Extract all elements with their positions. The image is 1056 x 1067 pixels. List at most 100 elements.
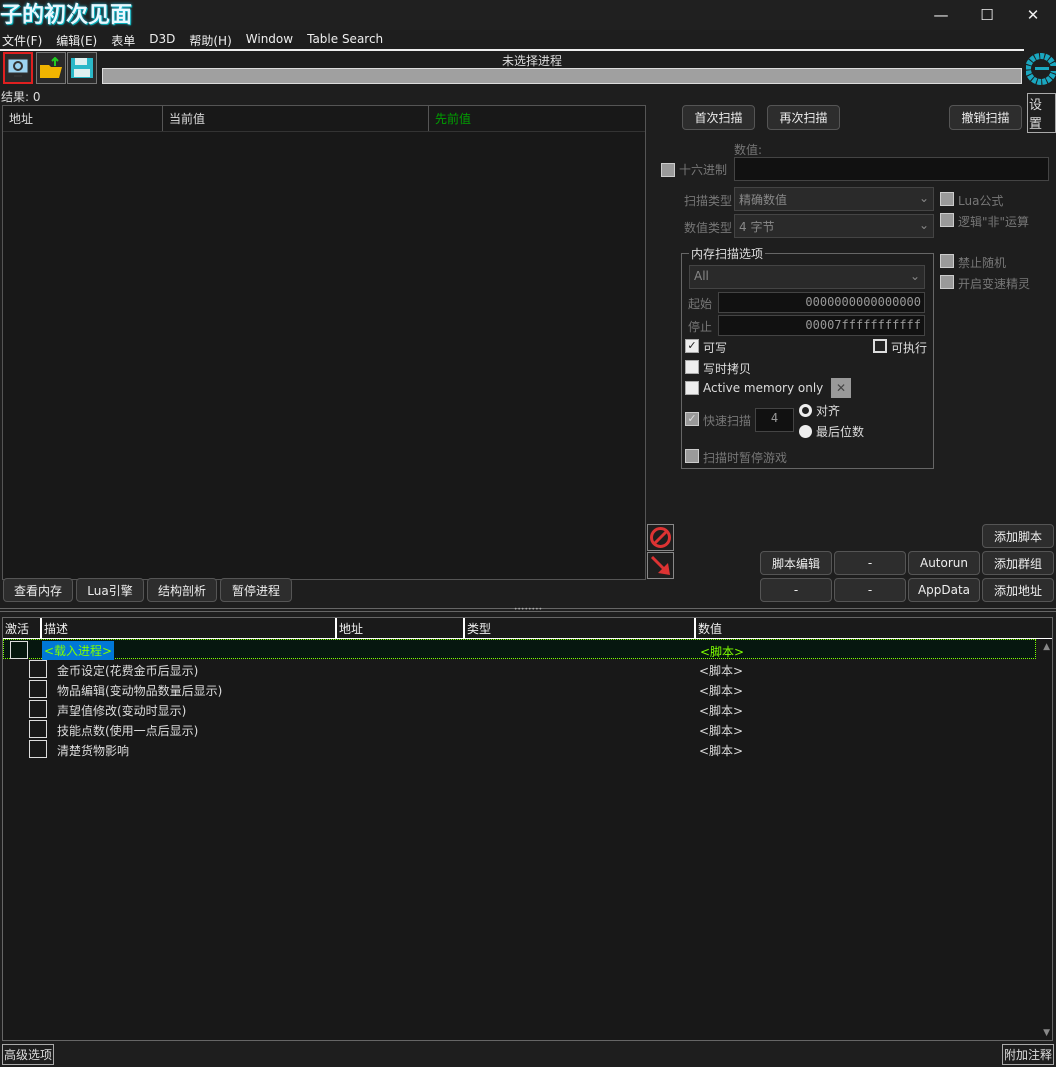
- copy-on-write-checkbox[interactable]: 写时拷贝: [685, 360, 751, 377]
- next-scan-button[interactable]: 再次扫描: [767, 105, 840, 130]
- stop-button[interactable]: [647, 524, 674, 551]
- cheat-table[interactable]: 激活 描述 地址 类型 数值 <载入进程> <脚本> 金币设定(花费金币后显示)…: [2, 617, 1053, 1041]
- writable-checkbox[interactable]: ✓ 可写: [685, 339, 727, 356]
- not-operation-checkbox[interactable]: 逻辑"非"运算: [940, 213, 1029, 230]
- dash-button-2[interactable]: -: [760, 578, 832, 602]
- script-edit-button[interactable]: 脚本编辑: [760, 551, 832, 575]
- col-current-value[interactable]: 当前值: [163, 106, 429, 131]
- row-value: <脚本>: [699, 664, 744, 678]
- col-address[interactable]: 地址: [3, 106, 163, 131]
- col-value[interactable]: 数值: [696, 618, 1052, 638]
- table-row[interactable]: 清楚货物影响 <脚本>: [3, 739, 1052, 759]
- menu-help[interactable]: 帮助(H): [189, 32, 231, 48]
- monitor-search-icon: [7, 58, 29, 77]
- value-input[interactable]: [734, 157, 1049, 181]
- menu-edit[interactable]: 编辑(E): [56, 32, 97, 48]
- value-type-select[interactable]: 4 字节 ⌄: [734, 214, 934, 238]
- scan-type-label: 扫描类型: [684, 194, 733, 208]
- settings-button[interactable]: 设置: [1027, 93, 1056, 133]
- add-group-button[interactable]: 添加群组: [982, 551, 1054, 575]
- col-type[interactable]: 类型: [465, 618, 696, 638]
- menu-d3d[interactable]: D3D: [149, 32, 175, 48]
- table-row[interactable]: 金币设定(花费金币后显示) <脚本>: [3, 659, 1052, 679]
- pause-process-button[interactable]: 暂停进程: [220, 578, 292, 602]
- clear-icon[interactable]: ✕: [831, 378, 851, 398]
- lua-formula-checkbox[interactable]: Lua公式: [940, 192, 1003, 209]
- hex-label: 十六进制: [679, 163, 728, 177]
- fast-scan-value[interactable]: 4: [755, 408, 794, 432]
- memory-region-select[interactable]: All ⌄: [689, 265, 925, 289]
- menu-table[interactable]: 表单: [111, 32, 135, 48]
- col-previous-value[interactable]: 先前值: [429, 106, 645, 131]
- row-value: <脚本>: [699, 704, 744, 718]
- open-process-button[interactable]: [3, 52, 33, 84]
- executable-checkbox[interactable]: 可执行: [873, 339, 927, 356]
- row-value: <脚本>: [700, 645, 745, 659]
- fast-scan-checkbox[interactable]: ✓ 快速扫描: [685, 412, 751, 429]
- splitter-handle[interactable]: ••••••••: [0, 607, 1056, 613]
- row-value: <脚本>: [699, 724, 744, 738]
- dissect-structures-button[interactable]: 结构剖析: [147, 578, 217, 602]
- row-description: 清楚货物影响: [57, 744, 130, 758]
- table-row[interactable]: <载入进程> <脚本>: [3, 639, 1036, 660]
- start-address-input[interactable]: 0000000000000000: [718, 292, 925, 313]
- active-checkbox[interactable]: [29, 740, 47, 758]
- active-checkbox[interactable]: [29, 700, 47, 718]
- table-row[interactable]: 物品编辑(变动物品数量后显示) <脚本>: [3, 679, 1052, 699]
- add-script-button[interactable]: 添加脚本: [982, 524, 1054, 548]
- autorun-button[interactable]: Autorun: [908, 551, 980, 575]
- table-row[interactable]: 技能点数(使用一点后显示) <脚本>: [3, 719, 1052, 739]
- advanced-options-button[interactable]: 高级选项: [2, 1044, 55, 1065]
- minimize-button[interactable]: —: [918, 0, 964, 30]
- menu-file[interactable]: 文件(F): [2, 32, 42, 48]
- memory-view-button[interactable]: 查看内存: [3, 578, 73, 602]
- open-file-button[interactable]: [36, 52, 66, 84]
- maximize-button[interactable]: ☐: [964, 0, 1010, 30]
- active-checkbox[interactable]: [29, 660, 47, 678]
- table-row[interactable]: 声望值修改(变动时显示) <脚本>: [3, 699, 1052, 719]
- close-button[interactable]: ✕: [1010, 0, 1056, 30]
- value-type-label: 数值类型: [684, 221, 733, 235]
- scan-type-select[interactable]: 精确数值 ⌄: [734, 187, 934, 211]
- col-address[interactable]: 地址: [337, 618, 465, 638]
- active-memory-checkbox[interactable]: Active memory only: [685, 381, 823, 395]
- speedhack-checkbox[interactable]: 开启变速精灵: [940, 275, 1030, 292]
- save-button[interactable]: [67, 52, 97, 84]
- col-description[interactable]: 描述: [42, 618, 337, 638]
- value-label: 数值:: [734, 143, 763, 157]
- pause-game-checkbox[interactable]: 扫描时暂停游戏: [685, 449, 787, 466]
- col-active[interactable]: 激活: [3, 618, 42, 638]
- undo-scan-button[interactable]: 撤销扫描: [949, 105, 1022, 130]
- process-label: 未选择进程: [501, 54, 562, 68]
- found-address-list[interactable]: 地址 当前值 先前值: [2, 105, 646, 580]
- lua-engine-button[interactable]: Lua引擎: [76, 578, 144, 602]
- no-entry-icon: [650, 527, 671, 548]
- active-checkbox[interactable]: [29, 680, 47, 698]
- hex-checkbox[interactable]: 十六进制: [661, 161, 727, 178]
- process-progress-bar: [102, 68, 1022, 84]
- active-checkbox[interactable]: [10, 641, 28, 659]
- floppy-disk-icon: [71, 58, 93, 78]
- row-description: 声望值修改(变动时显示): [57, 704, 187, 718]
- scroll-down-icon[interactable]: ▼: [1043, 1028, 1050, 1038]
- no-random-checkbox[interactable]: 禁止随机: [940, 254, 1006, 271]
- dash-button-1[interactable]: -: [834, 551, 906, 575]
- stop-address-input[interactable]: 00007fffffffffff: [718, 315, 925, 336]
- scroll-up-icon[interactable]: ▲: [1043, 642, 1050, 652]
- menu-table-search[interactable]: Table Search: [307, 32, 383, 48]
- table-comments-button[interactable]: 附加注释: [1002, 1044, 1055, 1065]
- dash-button-3[interactable]: -: [834, 578, 906, 602]
- menu-window[interactable]: Window: [246, 32, 293, 48]
- row-description: 技能点数(使用一点后显示): [57, 724, 199, 738]
- cheat-engine-logo-icon: [1025, 53, 1056, 85]
- arrow-down-right-icon: [650, 555, 670, 575]
- window-title: 子的初次见面: [0, 3, 133, 28]
- add-to-list-button[interactable]: [647, 552, 674, 579]
- align-radio[interactable]: 对齐: [799, 402, 840, 419]
- first-scan-button[interactable]: 首次扫描: [682, 105, 755, 130]
- cheat-engine-logo[interactable]: [1025, 52, 1056, 93]
- last-digits-radio[interactable]: 最后位数: [799, 423, 864, 440]
- active-checkbox[interactable]: [29, 720, 47, 738]
- add-address-button[interactable]: 添加地址: [982, 578, 1054, 602]
- appdata-button[interactable]: AppData: [908, 578, 980, 602]
